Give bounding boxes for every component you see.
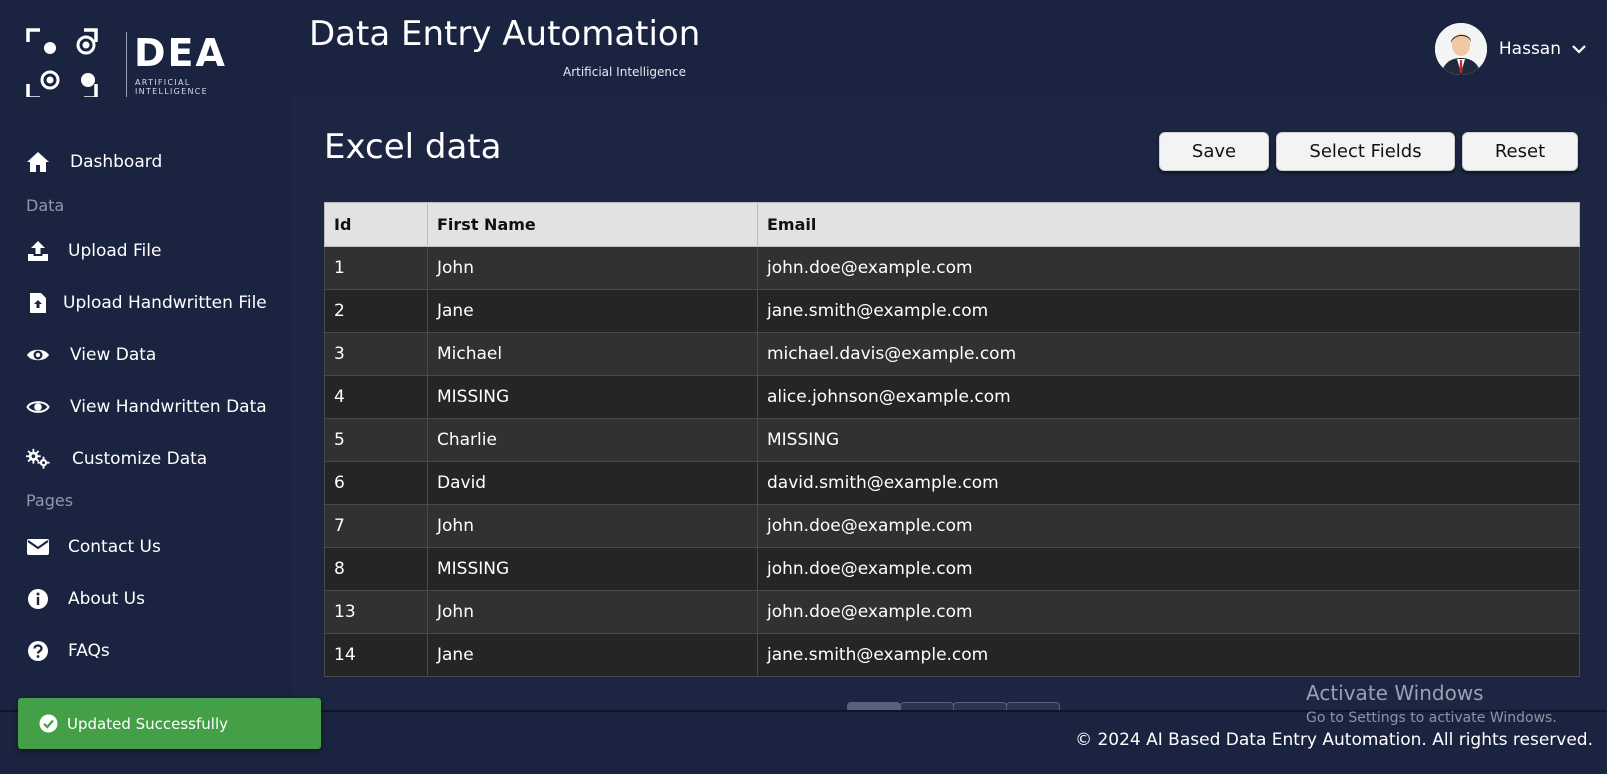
app-title: Data Entry Automation xyxy=(309,14,701,54)
sidebar-item-label: Upload File xyxy=(68,241,162,261)
logo-subtitle: ARTIFICIAL INTELLIGENCE xyxy=(135,78,209,96)
activate-windows-title: Activate Windows xyxy=(1306,681,1484,705)
table-cell: 7 xyxy=(324,504,428,548)
table-row[interactable]: 2 Jane jane.smith@example.com xyxy=(324,289,1580,333)
table-cell: jane.smith@example.com xyxy=(757,633,1580,677)
table-row[interactable]: 8 MISSING john.doe@example.com xyxy=(324,547,1580,591)
table-cell: john.doe@example.com xyxy=(757,547,1580,591)
sidebar-item-upload-file[interactable]: Upload File xyxy=(26,236,161,266)
sidebar-item-view-handwritten-data[interactable]: View Handwritten Data xyxy=(26,392,267,422)
table-cell: 8 xyxy=(324,547,428,591)
success-toast[interactable]: Updated Successfully xyxy=(18,698,321,749)
envelope-icon xyxy=(26,535,50,559)
table-cell: John xyxy=(427,504,758,548)
table-cell: 3 xyxy=(324,332,428,376)
table-row[interactable]: 13 John john.doe@example.com xyxy=(324,590,1580,634)
table-cell: 2 xyxy=(324,289,428,333)
table-cell: jane.smith@example.com xyxy=(757,289,1580,333)
column-header[interactable]: Id xyxy=(324,202,428,247)
question-icon xyxy=(26,639,50,663)
table-cell: Charlie xyxy=(427,418,758,462)
reset-button[interactable]: Reset xyxy=(1462,132,1578,171)
home-icon xyxy=(26,150,50,174)
upload-icon xyxy=(26,239,50,263)
table-cell: 4 xyxy=(324,375,428,419)
table-row[interactable]: 5 Charlie MISSING xyxy=(324,418,1580,462)
sidebar-item-customize-data[interactable]: Customize Data xyxy=(26,444,207,474)
sidebar-item-label: Customize Data xyxy=(72,449,208,469)
page-title: Excel data xyxy=(324,127,502,167)
excel-data-table: Id First Name Email 1 John john.doe@example.… xyxy=(324,202,1580,677)
sidebar-item-dashboard[interactable]: Dashboard xyxy=(26,147,162,177)
table-cell: John xyxy=(427,590,758,634)
table-cell: MISSING xyxy=(427,547,758,591)
user-avatar-icon xyxy=(1434,23,1487,75)
dea-logo[interactable]: DEA ARTIFICIAL INTELLIGENCE xyxy=(26,28,266,102)
app-subtitle: Artificial Intelligence xyxy=(563,65,686,79)
sidebar-item-about-us[interactable]: About Us xyxy=(26,584,145,614)
table-row[interactable]: 3 Michael michael.davis@example.com xyxy=(324,332,1580,376)
activate-windows-subtitle: Go to Settings to activate Windows. xyxy=(1306,710,1557,726)
avatar[interactable] xyxy=(1434,23,1487,75)
user-name: Hassan xyxy=(1498,39,1561,59)
table-cell: john.doe@example.com xyxy=(757,590,1580,634)
column-header[interactable]: First Name xyxy=(427,202,758,247)
sidebar-item-view-data[interactable]: View Data xyxy=(26,340,156,370)
table-cell: 6 xyxy=(324,461,428,505)
select-fields-button[interactable]: Select Fields xyxy=(1276,132,1455,171)
table-cell: michael.davis@example.com xyxy=(757,332,1580,376)
footer-copyright: © 2024 AI Based Data Entry Automation. A… xyxy=(1075,730,1593,750)
table-cell: Michael xyxy=(427,332,758,376)
sidebar-item-upload-handwritten-file[interactable]: Upload Handwritten File xyxy=(26,288,267,318)
sidebar-item-label: View Handwritten Data xyxy=(70,397,267,417)
sidebar-item-label: View Data xyxy=(70,345,157,365)
table-cell: 1 xyxy=(324,246,428,290)
table-cell: Jane xyxy=(427,289,758,333)
table-cell: john.doe@example.com xyxy=(757,504,1580,548)
sidebar-item-label: Contact Us xyxy=(68,537,161,557)
table-cell: John xyxy=(427,246,758,290)
save-button[interactable]: Save xyxy=(1159,132,1269,171)
sidebar-item-label: Upload Handwritten File xyxy=(63,293,267,313)
table-cell: MISSING xyxy=(757,418,1580,462)
table-cell: Jane xyxy=(427,633,758,677)
logo-icon xyxy=(26,28,98,100)
logo-divider xyxy=(126,32,127,98)
column-header[interactable]: Email xyxy=(757,202,1580,247)
table-cell: 14 xyxy=(324,633,428,677)
info-icon xyxy=(26,587,50,611)
table-row[interactable]: 4 MISSING alice.johnson@example.com xyxy=(324,375,1580,419)
sidebar-item-contact-us[interactable]: Contact Us xyxy=(26,532,161,562)
sidebar-section-data: Data xyxy=(26,196,65,215)
table-row[interactable]: 6 David david.smith@example.com xyxy=(324,461,1580,505)
sidebar-item-label: About Us xyxy=(68,589,145,609)
sidebar-item-label: FAQs xyxy=(68,641,110,661)
sidebar-item-faqs[interactable]: FAQs xyxy=(26,636,110,666)
chevron-down-icon[interactable] xyxy=(1571,41,1587,57)
toast-message: Updated Successfully xyxy=(67,714,228,733)
table-header-row: Id First Name Email xyxy=(324,202,1580,247)
table-cell: David xyxy=(427,461,758,505)
table-row[interactable]: 14 Jane jane.smith@example.com xyxy=(324,633,1580,677)
table-cell: david.smith@example.com xyxy=(757,461,1580,505)
user-menu[interactable]: Hassan xyxy=(1434,22,1587,76)
table-cell: MISSING xyxy=(427,375,758,419)
top-bar: DEA ARTIFICIAL INTELLIGENCE Data Entry A… xyxy=(0,0,1607,100)
table-row[interactable]: 7 John john.doe@example.com xyxy=(324,504,1580,548)
table-row[interactable]: 1 John john.doe@example.com xyxy=(324,246,1580,290)
gears-icon xyxy=(26,447,50,471)
logo-text: DEA xyxy=(134,31,227,75)
table-cell: 13 xyxy=(324,590,428,634)
eye-icon xyxy=(26,343,50,367)
file-upload-icon xyxy=(26,291,50,315)
table-cell: 5 xyxy=(324,418,428,462)
sidebar-item-label: Dashboard xyxy=(70,152,163,172)
table-cell: alice.johnson@example.com xyxy=(757,375,1580,419)
sidebar-section-pages: Pages xyxy=(26,491,74,510)
check-circle-icon xyxy=(39,714,58,733)
eye-outline-icon xyxy=(26,395,50,419)
table-cell: john.doe@example.com xyxy=(757,246,1580,290)
